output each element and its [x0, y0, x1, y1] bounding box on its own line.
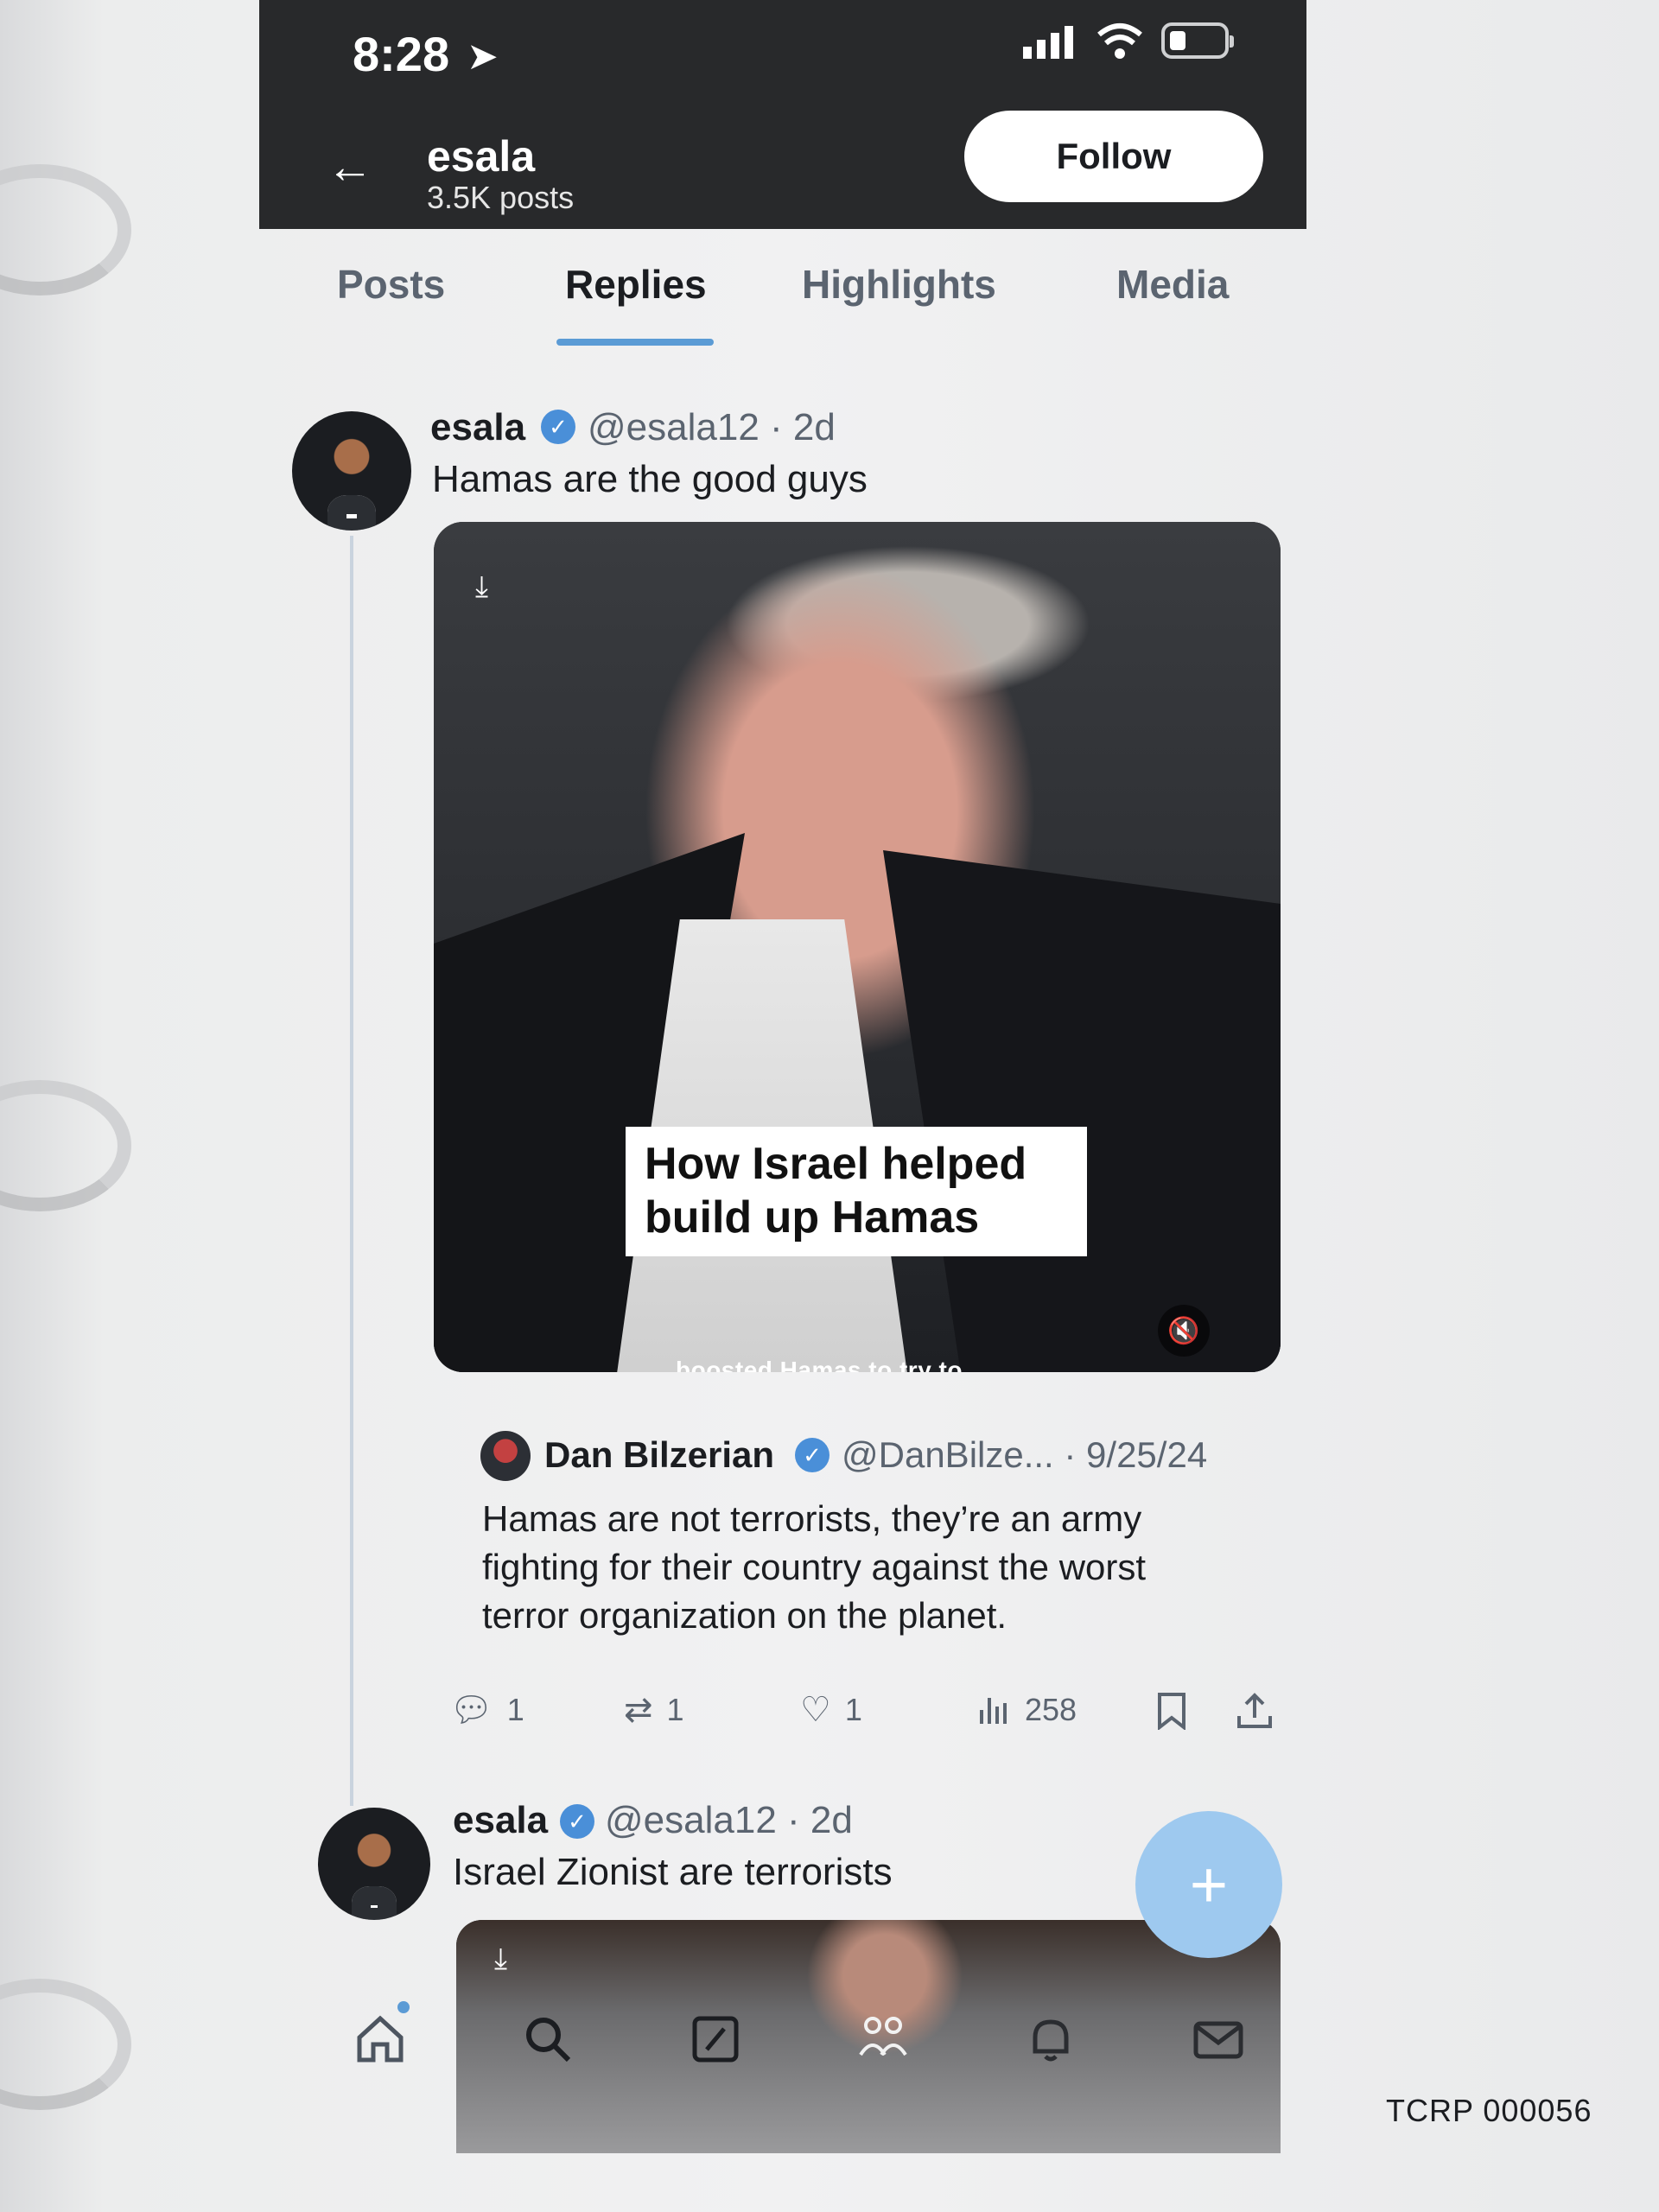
- post-author[interactable]: esala: [453, 1799, 548, 1842]
- quote-text-line: fighting for their country against the w…: [482, 1547, 1147, 1587]
- views-icon: [980, 1698, 1007, 1724]
- download-icon[interactable]: ⤓: [475, 570, 517, 612]
- search-icon: [526, 2018, 571, 2063]
- tab-highlights[interactable]: Highlights: [802, 261, 996, 308]
- repost-icon: ⇄: [624, 1691, 653, 1729]
- avatar[interactable]: [292, 411, 411, 531]
- quote-text: Hamas are not terrorists, they’re an arm…: [482, 1495, 1277, 1640]
- communities-icon: [859, 2017, 907, 2056]
- verified-badge-icon: ✓: [795, 1438, 830, 1472]
- signal-icon: [1023, 26, 1073, 59]
- status-time: 8:28: [353, 27, 450, 81]
- notifications-icon: [1033, 2019, 1069, 2062]
- reply-button[interactable]: 💬︎ 1: [449, 1692, 524, 1728]
- profile-tabs: Posts Replies Highlights Media: [259, 242, 1306, 354]
- download-icon[interactable]: ⤓: [494, 1942, 536, 1984]
- home-icon: [357, 2015, 404, 2063]
- location-arrow-icon: ➤: [467, 35, 499, 78]
- post-handle-date: @esala12 · 2d: [605, 1799, 853, 1841]
- follow-button[interactable]: Follow: [964, 111, 1263, 202]
- heart-icon: ♡: [800, 1691, 831, 1729]
- repost-count: 1: [666, 1692, 684, 1727]
- nav-communities[interactable]: [849, 2005, 918, 2074]
- post-author[interactable]: esala: [430, 406, 525, 449]
- bookmark-button[interactable]: [1154, 1692, 1189, 1730]
- arrow-left-icon[interactable]: ←: [327, 143, 373, 190]
- mute-icon[interactable]: 🔇: [1158, 1305, 1210, 1357]
- overlay-line: How Israel helped: [645, 1139, 1027, 1189]
- compose-icon: [692, 2016, 739, 2063]
- verified-badge-icon: ✓: [560, 1804, 594, 1839]
- view-count: 258: [1025, 1692, 1077, 1727]
- share-button[interactable]: [1236, 1692, 1274, 1730]
- post-text: Israel Zionist are terrorists: [453, 1851, 893, 1893]
- active-tab-indicator: [556, 339, 714, 346]
- views-button[interactable]: 258: [976, 1692, 1077, 1728]
- post-text: Hamas are the good guys: [432, 458, 868, 500]
- post-video[interactable]: ⤓ How Israel helped build up Hamas 🔇 boo…: [434, 522, 1281, 1372]
- reply-count: 1: [506, 1692, 524, 1727]
- post-handle-date: @esala12 · 2d: [588, 406, 836, 448]
- quote-avatar[interactable]: [480, 1431, 531, 1481]
- verified-badge-icon: ✓: [541, 410, 575, 444]
- video-overlay-title: How Israel helped build up Hamas: [626, 1127, 1087, 1256]
- quote-author[interactable]: Dan Bilzerian: [544, 1434, 774, 1476]
- bookmark-icon: [1158, 1693, 1185, 1730]
- nav-messages[interactable]: [1184, 2005, 1253, 2074]
- like-button[interactable]: ♡ 1: [800, 1692, 862, 1728]
- unread-indicator: [397, 2001, 410, 2013]
- quote-text-line: terror organization on the planet.: [482, 1595, 1007, 1636]
- nav-search[interactable]: [513, 2005, 582, 2074]
- messages-icon: [1193, 2021, 1243, 2059]
- status-bar: 8:28 ➤: [259, 0, 1306, 112]
- reply-icon: 💬︎: [449, 1691, 493, 1729]
- nav-home[interactable]: [346, 2005, 415, 2074]
- thread-line: [350, 536, 353, 1806]
- battery-icon: [1161, 22, 1234, 59]
- nav-notifications[interactable]: [1016, 2005, 1085, 2074]
- nav-compose[interactable]: [681, 2005, 750, 2074]
- quote-handle-date: @DanBilze... · 9/25/24: [842, 1434, 1208, 1475]
- profile-name: esala: [427, 132, 536, 181]
- video-caption: boosted Hamas to try to: [676, 1357, 963, 1372]
- tab-media[interactable]: Media: [1116, 261, 1229, 308]
- bottom-nav: [259, 1987, 1306, 2091]
- bates-number: TCRP 000056: [1386, 2093, 1592, 2128]
- repost-button[interactable]: ⇄ 1: [624, 1692, 684, 1728]
- quote-text-line: Hamas are not terrorists, they’re an arm…: [482, 1498, 1142, 1539]
- compose-fab-button[interactable]: +: [1135, 1811, 1282, 1958]
- share-icon: [1237, 1693, 1272, 1728]
- avatar[interactable]: [318, 1808, 430, 1920]
- post-actions: 💬︎ 1 ⇄ 1 ♡ 1 258: [449, 1692, 1279, 1744]
- wifi-icon: [1097, 23, 1142, 59]
- like-count: 1: [844, 1692, 862, 1727]
- tab-replies[interactable]: Replies: [565, 261, 707, 308]
- overlay-line: build up Hamas: [645, 1192, 980, 1243]
- post-count: 3.5K posts: [427, 180, 575, 215]
- tab-posts[interactable]: Posts: [337, 261, 445, 308]
